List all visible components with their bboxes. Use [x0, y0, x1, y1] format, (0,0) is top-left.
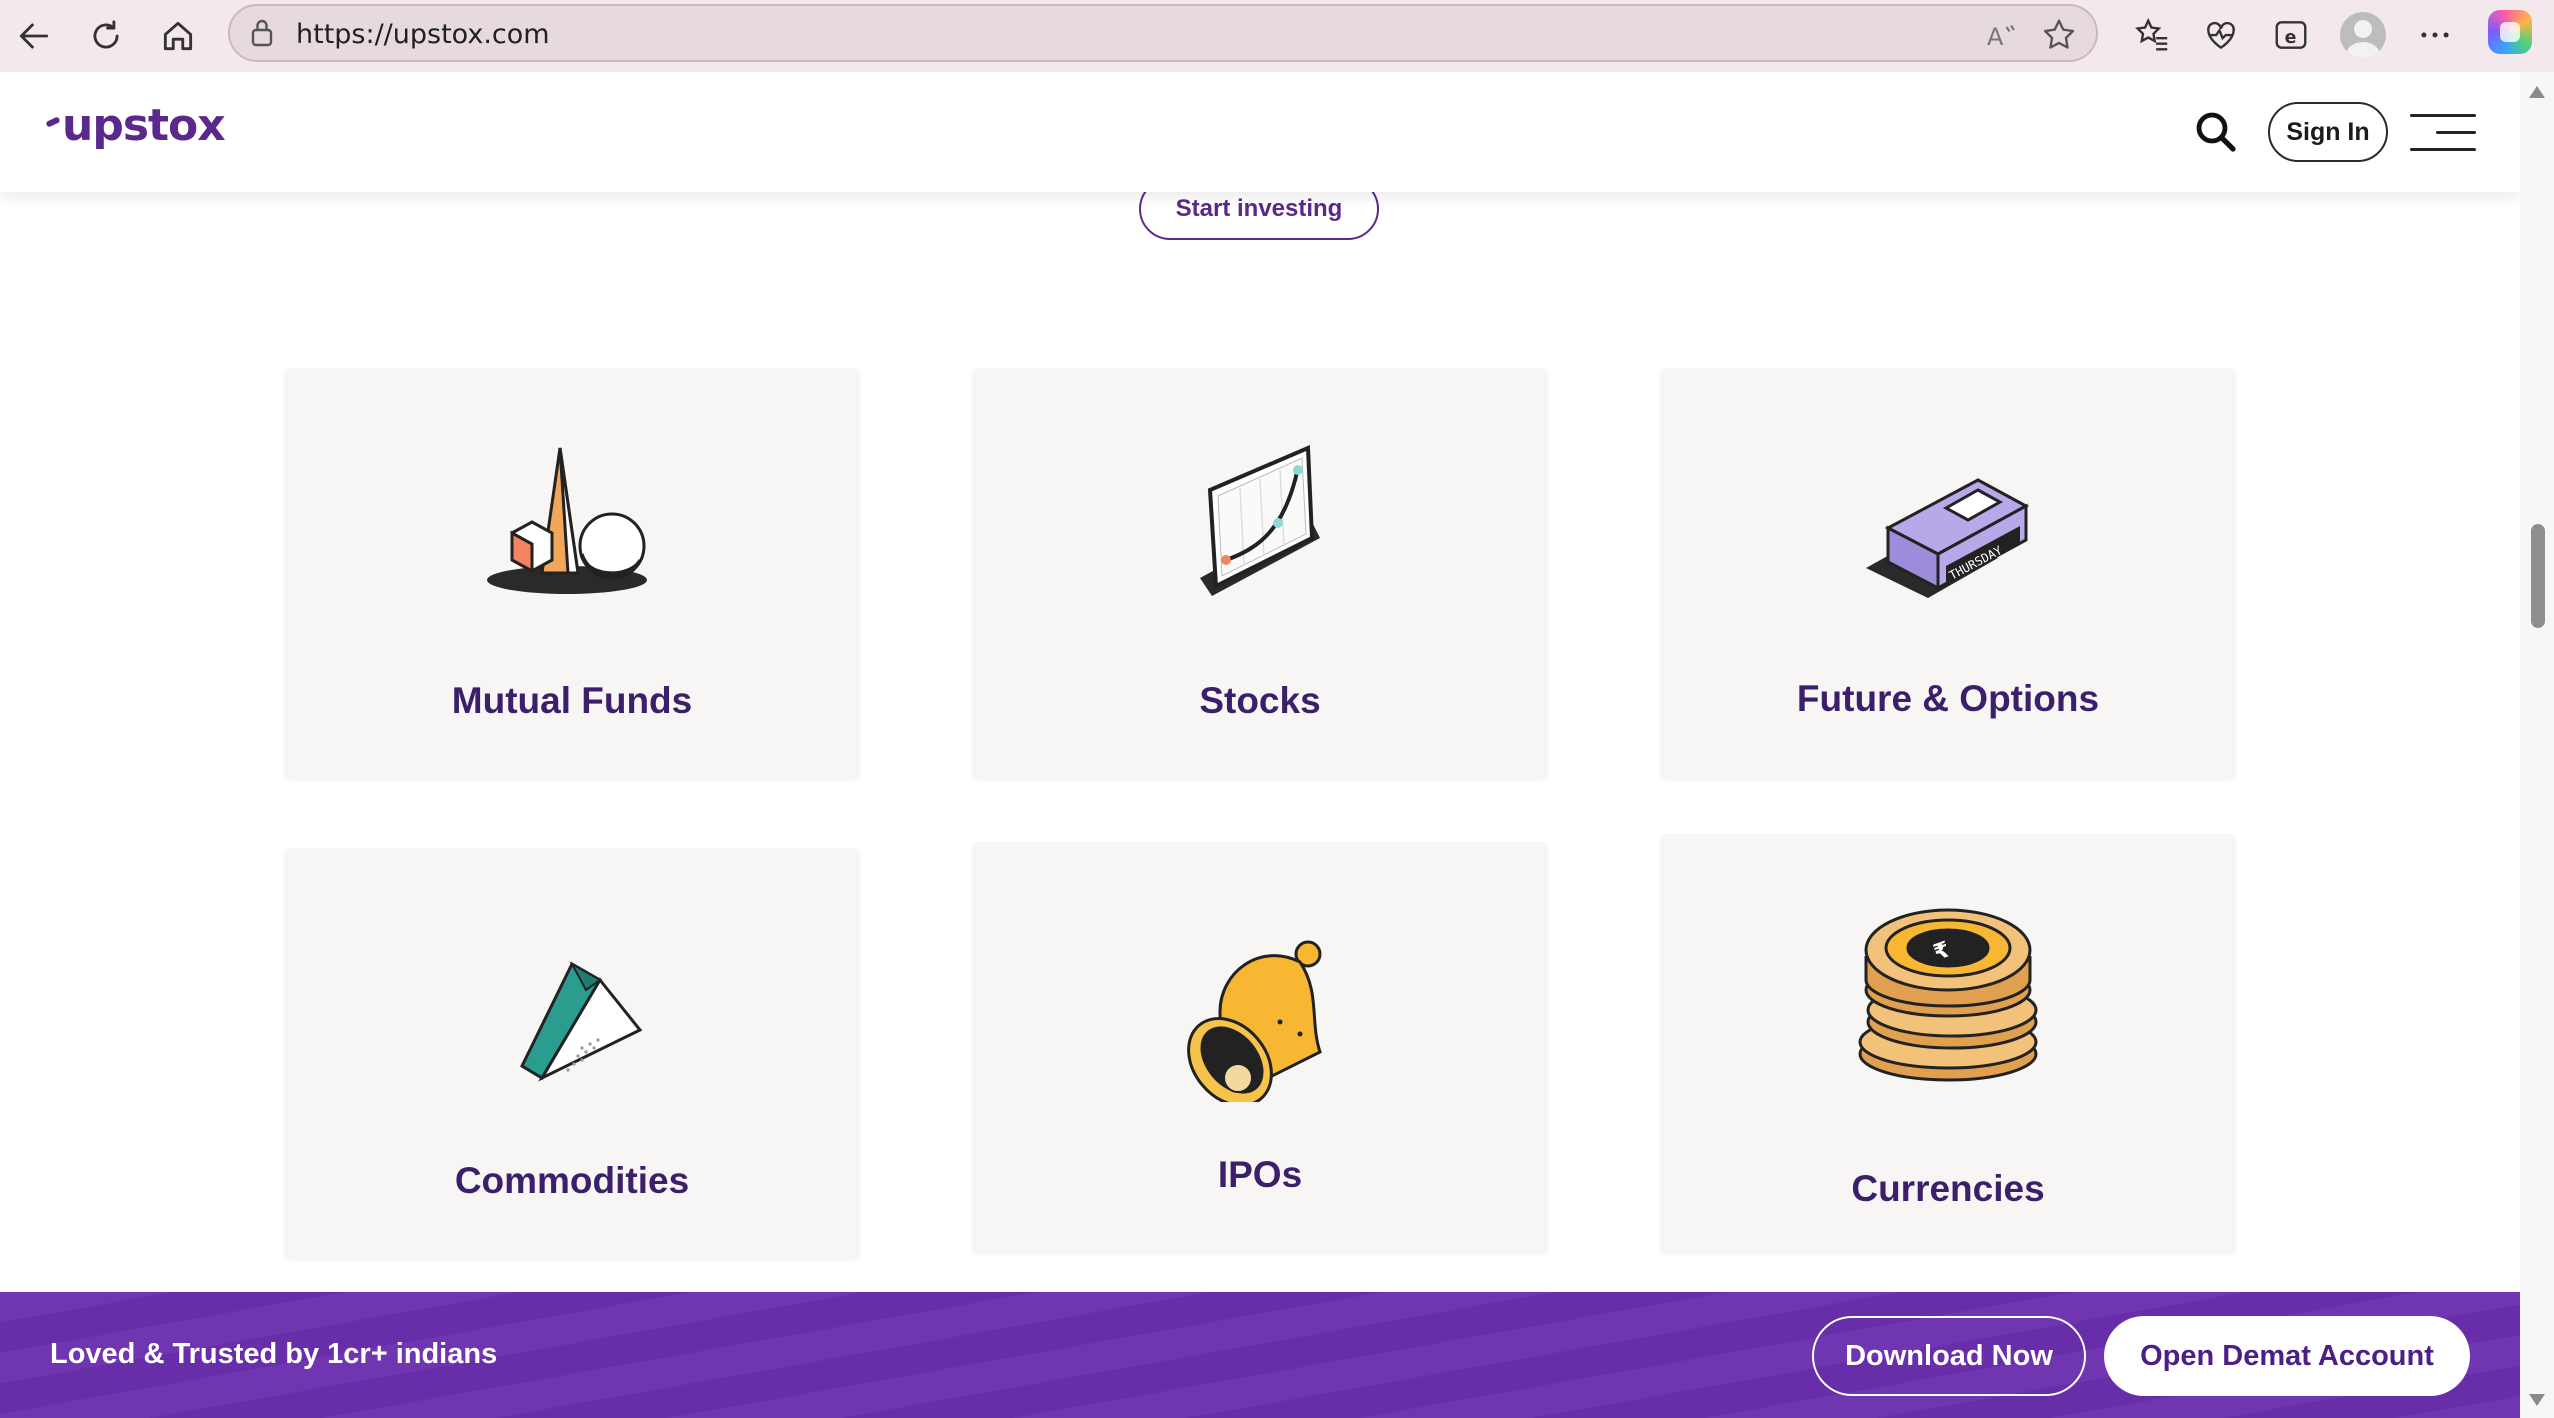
bottom-cta-banner: Loved & Trusted by 1cr+ indians Download… [0, 1292, 2520, 1418]
product-card-mutual-funds[interactable]: Mutual Funds [284, 368, 860, 780]
sign-in-button[interactable]: Sign In [2268, 102, 2388, 162]
favorites-icon[interactable] [2128, 10, 2178, 60]
edge-icon[interactable]: e [2266, 10, 2316, 60]
favorite-star-icon[interactable] [2040, 16, 2078, 54]
product-label: IPOs [1217, 1154, 1303, 1195]
scrollbar-thumb[interactable] [2531, 524, 2545, 628]
banner-tagline: Loved & Trusted by 1cr+ indians [50, 1338, 498, 1370]
home-icon[interactable] [150, 8, 206, 64]
scroll-up-icon[interactable] [2529, 86, 2545, 98]
calendar-block-icon: THURSDAY [1866, 478, 2030, 598]
open-demat-account-button[interactable]: Open Demat Account [2104, 1316, 2470, 1396]
health-icon[interactable] [2196, 10, 2246, 60]
product-label: Mutual Funds [451, 680, 693, 721]
svg-text:A: A [1987, 23, 2004, 51]
hamburger-menu-icon[interactable] [2410, 110, 2476, 156]
bell-icon [1187, 940, 1322, 1102]
shapes-icon [487, 447, 647, 594]
read-aloud-icon[interactable]: A [1984, 18, 2020, 54]
prism-icon [520, 961, 643, 1082]
page-scrollbar[interactable] [2520, 72, 2554, 1418]
chart-tablet-icon [1200, 445, 1320, 596]
back-arrow-icon[interactable] [6, 8, 62, 64]
browser-toolbar: https://upstox.com A e [0, 0, 2554, 72]
product-card-currencies[interactable]: ₹ Currencies [1660, 834, 2236, 1254]
search-icon[interactable] [2192, 108, 2240, 156]
coin-stack-icon: ₹ [1858, 908, 2038, 1082]
lock-icon[interactable] [244, 15, 280, 51]
refresh-icon[interactable] [78, 8, 134, 64]
profile-icon[interactable] [2340, 12, 2386, 58]
scroll-down-icon[interactable] [2529, 1394, 2545, 1406]
product-card-commodities[interactable]: Commodities [284, 848, 860, 1260]
page-viewport: upstox Sign In Start investing Mutual Fu… [0, 72, 2520, 1418]
product-label: Stocks [1199, 680, 1321, 721]
product-card-future-options[interactable]: THURSDAY Future & Options [1660, 368, 2236, 780]
download-now-button[interactable]: Download Now [1812, 1316, 2086, 1396]
product-label: Commodities [454, 1160, 690, 1201]
site-header: upstox Sign In [0, 72, 2520, 192]
more-icon[interactable] [2410, 10, 2460, 60]
product-card-stocks[interactable]: Stocks [972, 368, 1548, 780]
upstox-logo[interactable]: upstox [45, 100, 226, 151]
svg-text:e: e [2285, 28, 2297, 48]
url-text[interactable]: https://upstox.com [296, 19, 550, 50]
address-bar[interactable]: https://upstox.com A [228, 4, 2098, 62]
copilot-icon[interactable] [2488, 10, 2532, 54]
product-card-ipos[interactable]: IPOs [972, 842, 1548, 1254]
product-label: Currencies [1851, 1168, 2045, 1209]
product-label: Future & Options [1796, 678, 2100, 719]
